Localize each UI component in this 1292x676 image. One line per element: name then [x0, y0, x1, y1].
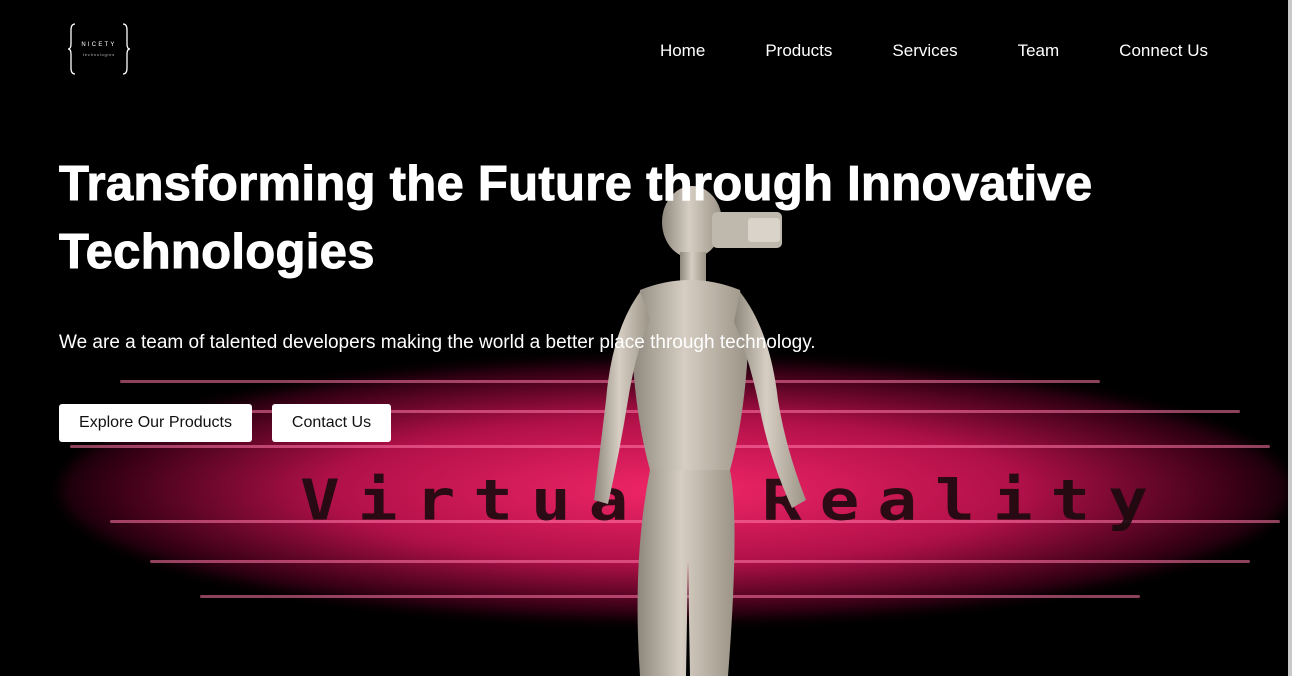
explore-products-button[interactable]: Explore Our Products — [59, 404, 252, 442]
hero-headline: Transforming the Future through Innovati… — [59, 157, 1093, 280]
contact-us-button[interactable]: Contact Us — [272, 404, 391, 442]
brand-logo-mark: NICETY technologies — [67, 23, 131, 75]
nav-home-link[interactable]: Home — [660, 41, 705, 61]
nav-products-link[interactable]: Products — [765, 41, 832, 61]
scrollbar[interactable] — [1288, 0, 1292, 676]
nav-connect-us-link[interactable]: Connect Us — [1119, 41, 1208, 61]
brand-logo-sub: technologies — [83, 52, 115, 57]
brand-logo-name: NICETY — [81, 42, 116, 48]
nav-services-link[interactable]: Services — [892, 41, 957, 61]
brand-logo[interactable]: NICETY technologies — [67, 22, 131, 76]
hero-subtitle: We are a team of talented developers mak… — [59, 332, 816, 353]
nav-team-link[interactable]: Team — [1018, 41, 1060, 61]
main-nav: Home Products Services Team Connect Us — [660, 41, 1208, 61]
